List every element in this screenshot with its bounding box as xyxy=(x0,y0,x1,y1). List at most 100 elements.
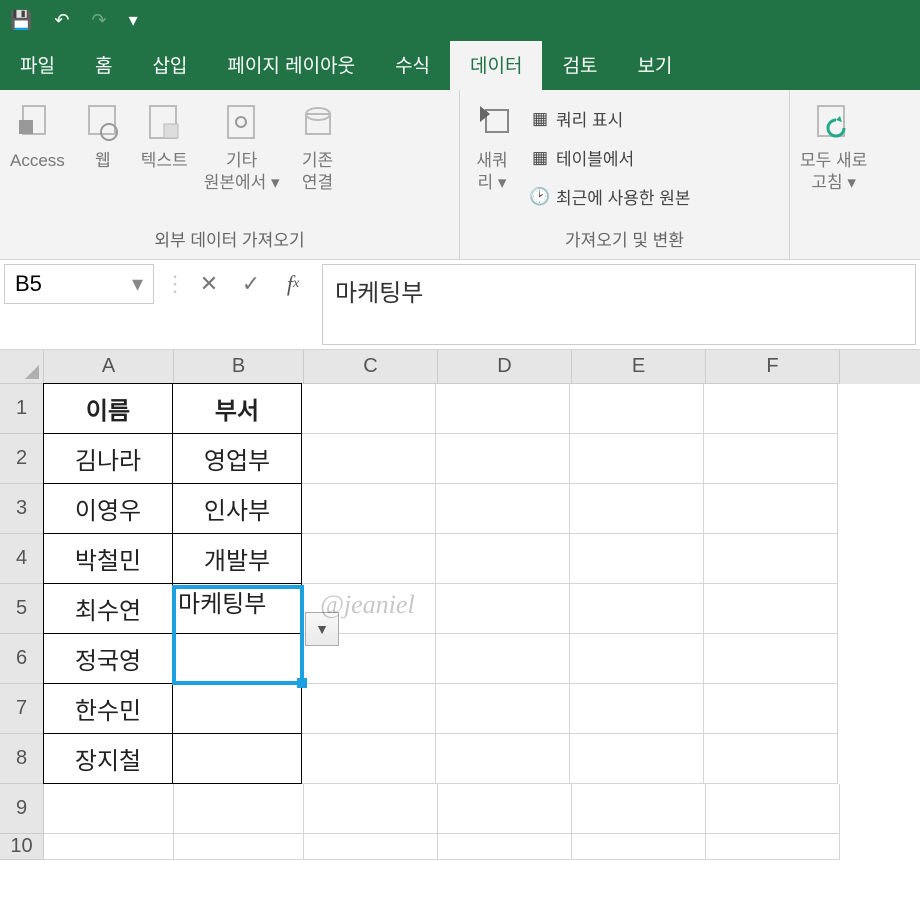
cell-E8[interactable] xyxy=(570,734,704,784)
from-web-button[interactable]: 웹 xyxy=(75,98,131,196)
cell-B10[interactable] xyxy=(174,834,304,860)
cell-A9[interactable] xyxy=(44,784,174,834)
tab-review[interactable]: 검토 xyxy=(542,41,617,90)
row-header-2[interactable]: 2 xyxy=(0,434,44,484)
tab-insert[interactable]: 삽입 xyxy=(132,41,207,90)
cell-A2[interactable]: 김나라 xyxy=(43,433,173,484)
new-query-button[interactable]: 새쿼 리 ▾ xyxy=(464,98,520,196)
cell-F4[interactable] xyxy=(704,534,838,584)
tab-file[interactable]: 파일 xyxy=(0,41,75,90)
cell-C10[interactable] xyxy=(304,834,438,860)
row-header-3[interactable]: 3 xyxy=(0,484,44,534)
cell-E7[interactable] xyxy=(570,684,704,734)
recent-sources-button[interactable]: 🕑 최근에 사용한 원본 xyxy=(524,180,697,213)
cell-A10[interactable] xyxy=(44,834,174,860)
cell-C7[interactable] xyxy=(302,684,436,734)
cell-B9[interactable] xyxy=(174,784,304,834)
cell-B3[interactable]: 인사부 xyxy=(172,483,302,534)
cell-B6[interactable] xyxy=(172,633,302,684)
formula-bar[interactable]: 마케팅부 xyxy=(322,264,916,345)
row-header-7[interactable]: 7 xyxy=(0,684,44,734)
row-header-8[interactable]: 8 xyxy=(0,734,44,784)
row-header-5[interactable]: 5 xyxy=(0,584,44,634)
from-text-button[interactable]: 텍스트 xyxy=(135,98,194,196)
tab-formulas[interactable]: 수식 xyxy=(375,41,450,90)
cell-A7[interactable]: 한수민 xyxy=(43,683,173,734)
cell-C1[interactable] xyxy=(302,384,436,434)
cell-C4[interactable] xyxy=(302,534,436,584)
col-header-F[interactable]: F xyxy=(706,350,840,384)
cell-D5[interactable] xyxy=(436,584,570,634)
enter-formula-button[interactable]: ✓ xyxy=(232,265,270,303)
cell-E1[interactable] xyxy=(570,384,704,434)
cell-E5[interactable] xyxy=(570,584,704,634)
cell-F8[interactable] xyxy=(704,734,838,784)
cell-B1[interactable]: 부서 xyxy=(172,383,302,434)
tab-home[interactable]: 홈 xyxy=(75,41,132,90)
row-header-6[interactable]: 6 xyxy=(0,634,44,684)
cell-F5[interactable] xyxy=(704,584,838,634)
redo-icon[interactable]: ↷ xyxy=(92,10,107,31)
show-queries-button[interactable]: ▦ 쿼리 표시 xyxy=(524,102,697,135)
tab-view[interactable]: 보기 xyxy=(617,41,692,90)
tab-pagelayout[interactable]: 페이지 레이아웃 xyxy=(207,41,375,90)
col-header-B[interactable]: B xyxy=(174,350,304,384)
from-table-button[interactable]: ▦ 테이블에서 xyxy=(524,141,697,174)
name-box-dropdown-icon[interactable]: ▾ xyxy=(132,271,143,297)
cell-E4[interactable] xyxy=(570,534,704,584)
cancel-formula-button[interactable]: ✕ xyxy=(190,265,228,303)
cell-D2[interactable] xyxy=(436,434,570,484)
insert-function-button[interactable]: fx xyxy=(274,265,312,303)
cell-F3[interactable] xyxy=(704,484,838,534)
row-header-1[interactable]: 1 xyxy=(0,384,44,434)
cell-A5[interactable]: 최수연 xyxy=(43,583,173,634)
cell-E9[interactable] xyxy=(572,784,706,834)
cell-F10[interactable] xyxy=(706,834,840,860)
refresh-all-button[interactable]: 모두 새로 고침 ▾ xyxy=(794,98,873,196)
cell-F2[interactable] xyxy=(704,434,838,484)
cell-C3[interactable] xyxy=(302,484,436,534)
cell-C2[interactable] xyxy=(302,434,436,484)
cell-D9[interactable] xyxy=(438,784,572,834)
cell-B7[interactable] xyxy=(172,683,302,734)
existing-connections-button[interactable]: 기존 연결 xyxy=(290,98,346,196)
cell-F1[interactable] xyxy=(704,384,838,434)
from-other-sources-button[interactable]: 기타 원본에서 ▾ xyxy=(198,98,286,196)
cell-B4[interactable]: 개발부 xyxy=(172,533,302,584)
cell-A3[interactable]: 이영우 xyxy=(43,483,173,534)
save-icon[interactable]: 💾 xyxy=(10,10,32,31)
row-header-9[interactable]: 9 xyxy=(0,784,44,834)
cell-A1[interactable]: 이름 xyxy=(43,383,173,434)
qat-customize-icon[interactable]: ▾ xyxy=(129,10,138,31)
cell-C8[interactable] xyxy=(302,734,436,784)
cell-D4[interactable] xyxy=(436,534,570,584)
cell-F6[interactable] xyxy=(704,634,838,684)
cell-E10[interactable] xyxy=(572,834,706,860)
cell-D1[interactable] xyxy=(436,384,570,434)
col-header-E[interactable]: E xyxy=(572,350,706,384)
row-header-4[interactable]: 4 xyxy=(0,534,44,584)
cell-D10[interactable] xyxy=(438,834,572,860)
cell-F9[interactable] xyxy=(706,784,840,834)
row-header-10[interactable]: 10 xyxy=(0,834,44,860)
cell-B8[interactable] xyxy=(172,733,302,784)
name-box[interactable]: B5 ▾ xyxy=(4,264,154,304)
cell-A6[interactable]: 정국영 xyxy=(43,633,173,684)
col-header-C[interactable]: C xyxy=(304,350,438,384)
select-all-button[interactable] xyxy=(0,350,44,384)
cell-A4[interactable]: 박철민 xyxy=(43,533,173,584)
cell-F7[interactable] xyxy=(704,684,838,734)
undo-icon[interactable]: ↶ xyxy=(54,10,69,31)
tab-data[interactable]: 데이터 xyxy=(450,41,542,90)
cell-E2[interactable] xyxy=(570,434,704,484)
cell-D3[interactable] xyxy=(436,484,570,534)
col-header-A[interactable]: A xyxy=(44,350,174,384)
cell-B2[interactable]: 영업부 xyxy=(172,433,302,484)
col-header-D[interactable]: D xyxy=(438,350,572,384)
cell-A8[interactable]: 장지철 xyxy=(43,733,173,784)
cell-C9[interactable] xyxy=(304,784,438,834)
cell-D8[interactable] xyxy=(436,734,570,784)
cell-D7[interactable] xyxy=(436,684,570,734)
cell-D6[interactable] xyxy=(436,634,570,684)
data-validation-dropdown-icon[interactable]: ▼ xyxy=(305,612,339,646)
